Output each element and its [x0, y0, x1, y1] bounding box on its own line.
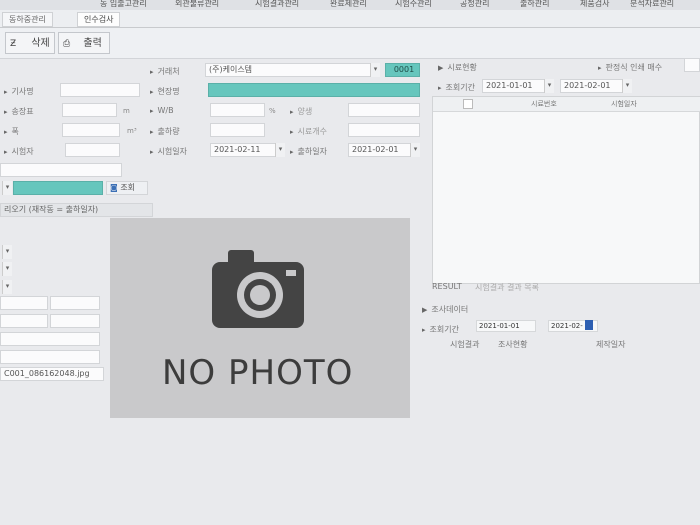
left-field-3[interactable]	[0, 314, 48, 328]
menu-item-4[interactable]: 시험주관리	[395, 0, 432, 9]
bottom-col-result[interactable]: 시험결과	[450, 339, 479, 350]
width-label: ▸ 폭	[4, 127, 19, 136]
unit-m3: m³	[127, 127, 137, 135]
cure-label: ▸ 양생	[290, 107, 313, 116]
ticket-label: ▸ 송장표	[4, 107, 34, 116]
bottom-col-date[interactable]: 제작일자	[596, 339, 625, 350]
test-date-label: ▸ 시험일자	[150, 147, 187, 156]
wb-label: ▸ W/B	[150, 106, 174, 115]
outbound-input[interactable]	[210, 123, 265, 137]
calendar-dropdown-icon[interactable]: ▾	[544, 79, 554, 93]
chevron-down-icon[interactable]: ▾	[2, 181, 12, 195]
count-label: ▸ 시료개수	[290, 127, 327, 136]
menu-item-8[interactable]: 분석자료관리	[630, 0, 674, 9]
remark-input[interactable]	[0, 163, 122, 177]
site-label: ▸ 현장명	[150, 87, 180, 96]
bottom-period-label: ▸ 조회기간	[422, 325, 459, 334]
memo-hint: 리오기 (재작동 = 출하일자)	[0, 203, 153, 217]
article-input[interactable]	[60, 83, 140, 97]
sample-grid: 시료번호 시험일자	[432, 96, 700, 284]
chevron-down-icon[interactable]: ▾	[2, 280, 12, 294]
article-label: ▸ 기사명	[4, 87, 34, 96]
ticket-input[interactable]	[62, 103, 117, 117]
print-button[interactable]: ⎙ 출력	[58, 32, 110, 54]
tab-dynamic-load[interactable]: 동하중관리	[2, 12, 53, 27]
print-count-label: ▸ 판정식 인쇄 매수	[598, 63, 663, 72]
sample-status-title: ▶ 시료현황	[438, 63, 477, 72]
left-field-4[interactable]	[50, 314, 100, 328]
unit-pct: %	[269, 107, 276, 115]
delete-label: 삭제	[31, 38, 50, 49]
menu-item-2[interactable]: 시험결과관리	[255, 0, 299, 9]
tester-input[interactable]	[65, 143, 120, 157]
search-teal-field[interactable]	[13, 181, 103, 195]
company-label: ▸ 거래처	[150, 67, 180, 76]
photo-placeholder: NO PHOTO	[110, 218, 410, 418]
menu-item-6[interactable]: 출하관리	[520, 0, 549, 9]
menu-item-0[interactable]: 동 입출고관리	[100, 0, 147, 9]
menu-item-3[interactable]: 완료제관리	[330, 0, 367, 9]
calendar-icon[interactable]	[585, 320, 593, 330]
menu-item-1[interactable]: 외관불류관리	[175, 0, 219, 9]
col-sample-no[interactable]: 시료번호	[531, 99, 557, 109]
site-field[interactable]	[208, 83, 420, 97]
receive-date-label: ▸ 출하일자	[290, 147, 327, 156]
menu-item-5[interactable]: 공정관리	[460, 0, 489, 9]
delete-icon: Ƶ	[10, 39, 17, 49]
search-button-label: 조회	[120, 183, 136, 192]
search-icon: ◙	[110, 183, 118, 192]
camera-icon	[212, 250, 304, 328]
left-field-1[interactable]	[0, 296, 48, 310]
bottom-date-from[interactable]: 2021-01-01	[476, 320, 536, 332]
left-field-2[interactable]	[50, 296, 100, 310]
calendar-dropdown-icon[interactable]: ▾	[410, 143, 420, 157]
cure-input[interactable]	[348, 103, 420, 117]
col-test-date[interactable]: 시험일자	[611, 99, 637, 109]
chevron-down-icon[interactable]: ▾	[370, 63, 380, 77]
toolbar: Ƶ 삭제 ⎙ 출력	[0, 28, 700, 59]
file-name-field: C001_086162048.jpg	[0, 367, 104, 381]
grid-checkbox[interactable]	[463, 99, 473, 109]
left-field-5[interactable]	[0, 332, 100, 346]
company-code: 0001	[385, 63, 420, 77]
count-input[interactable]	[348, 123, 420, 137]
print-label: 출력	[83, 38, 102, 49]
unit-m: m	[123, 107, 130, 115]
width-input[interactable]	[62, 123, 120, 137]
wb-input[interactable]	[210, 103, 265, 117]
tab-bar: 동하중관리 인수검사	[0, 10, 700, 28]
delete-button[interactable]: Ƶ 삭제	[5, 32, 55, 54]
result-label: RESULT	[432, 282, 462, 291]
test-date-input[interactable]: 2021-02-11	[210, 143, 285, 157]
calendar-dropdown-icon[interactable]: ▾	[622, 79, 632, 93]
bottom-title: ▶ 조사데이터	[422, 305, 469, 314]
no-photo-caption: NO PHOTO	[162, 353, 354, 393]
chevron-down-icon[interactable]: ▾	[2, 262, 12, 276]
print-icon: ⎙	[63, 39, 71, 49]
outbound-label: ▸ 출하량	[150, 127, 180, 136]
period-label: ▸ 조회기간	[438, 83, 475, 92]
left-field-6[interactable]	[0, 350, 100, 364]
calendar-dropdown-icon[interactable]: ▾	[275, 143, 285, 157]
menu-item-7[interactable]: 제품검사	[580, 0, 609, 9]
grid-header: 시료번호 시험일자	[433, 97, 700, 112]
tester-label: ▸ 시험자	[4, 147, 34, 156]
search-button[interactable]: ◙ 조회	[106, 181, 148, 195]
bottom-col-status[interactable]: 조사현황	[498, 339, 527, 350]
print-count-input[interactable]	[684, 58, 700, 72]
tab-acceptance-test[interactable]: 인수검사	[77, 12, 121, 27]
company-select[interactable]: (주)케이스템	[205, 63, 380, 77]
chevron-down-icon[interactable]: ▾	[2, 245, 12, 259]
result-hint: 시험결과 결과 목록	[475, 283, 539, 292]
